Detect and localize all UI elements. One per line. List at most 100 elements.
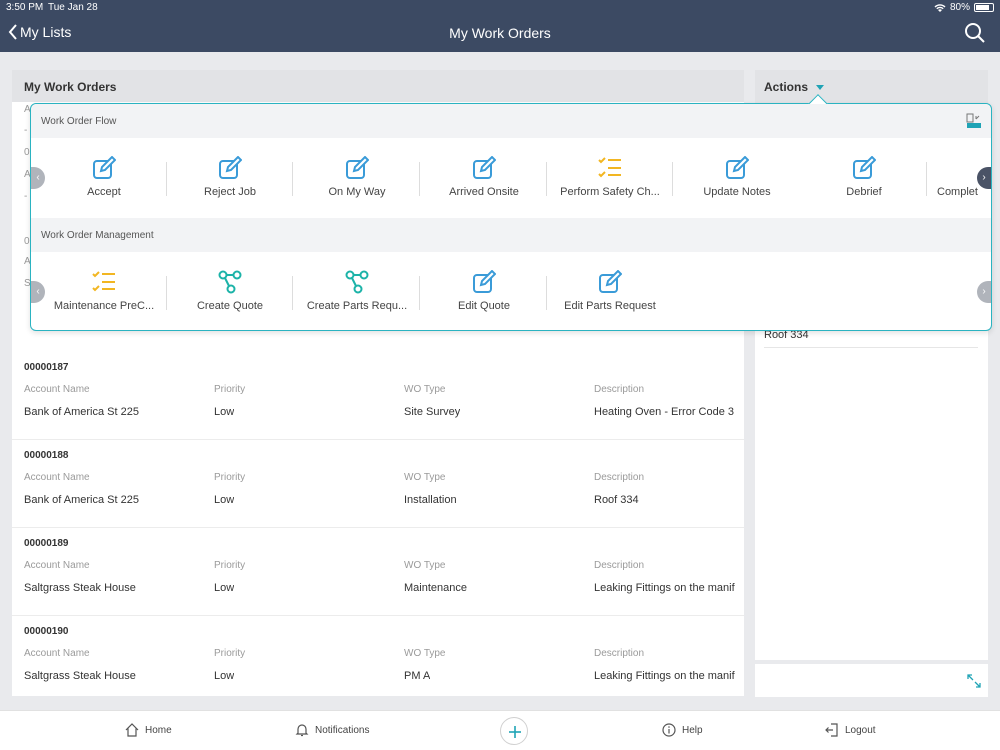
col-label: WO Type: [404, 648, 446, 659]
col-label: Account Name: [24, 648, 90, 659]
divider: [292, 276, 293, 310]
tab-label: Notifications: [315, 724, 370, 736]
edit-icon: [219, 156, 242, 179]
col-label: Account Name: [24, 384, 90, 395]
wifi-icon: [934, 3, 946, 12]
col-label: WO Type: [404, 384, 446, 395]
partial-text: -: [24, 191, 28, 202]
action-label: Reject Job: [204, 186, 256, 198]
battery-icon: [974, 3, 994, 12]
col-label: Description: [594, 384, 645, 395]
description-value: Leaking Fittings on the manif: [594, 670, 735, 682]
pin-panel-icon[interactable]: [965, 112, 983, 130]
col-label: Account Name: [24, 472, 90, 483]
priority-value: Low: [214, 670, 235, 682]
action-label: Debrief: [846, 186, 882, 198]
action-label: Complet: [937, 186, 978, 198]
info-icon: [662, 723, 676, 737]
col-label: Account Name: [24, 560, 90, 571]
share-icon: [218, 270, 242, 294]
priority-value: Low: [214, 582, 235, 594]
action-label: Maintenance PreC...: [53, 300, 155, 312]
description-value: Leaking Fittings on the manif: [594, 582, 735, 594]
account-value: Bank of America St 225: [24, 406, 139, 418]
action-label: Update Notes: [703, 186, 771, 198]
wo-number: 00000189: [24, 538, 69, 549]
edit-icon: [346, 156, 369, 179]
actions-dropdown[interactable]: Actions: [755, 70, 988, 104]
table-row[interactable]: 00000188 Account Name Priority WO Type D…: [12, 440, 744, 528]
edit-icon: [853, 156, 876, 179]
status-bar: 3:50 PM Tue Jan 28 80%: [0, 0, 1000, 16]
divider: [672, 162, 673, 196]
scroll-right-button[interactable]: ›: [977, 281, 991, 303]
action-create-quote[interactable]: Create Quote: [167, 252, 293, 332]
action-label: Accept: [87, 186, 121, 198]
action-debrief[interactable]: Debrief: [801, 138, 927, 218]
tab-label: Logout: [845, 724, 876, 736]
add-button[interactable]: [500, 717, 528, 745]
actions-label: Actions: [764, 80, 809, 94]
col-label: Priority: [214, 648, 246, 659]
work-order-management-actions: Maintenance PreC... Create Quote Create …: [31, 252, 991, 332]
col-label: WO Type: [404, 472, 446, 483]
action-update-notes[interactable]: Update Notes: [674, 138, 800, 218]
bell-icon: [295, 724, 309, 737]
action-create-parts-request[interactable]: Create Parts Requ...: [294, 252, 420, 332]
work-order-rows: 00000187 Account Name Priority WO Type D…: [12, 352, 744, 696]
search-icon[interactable]: [964, 22, 986, 44]
section-title: Work Order Management: [31, 218, 991, 252]
action-on-my-way[interactable]: On My Way: [294, 138, 420, 218]
partial-text: 0: [24, 147, 30, 158]
expand-icon[interactable]: [966, 673, 982, 689]
type-value: Site Survey: [404, 406, 461, 418]
nav-bar: My Lists My Work Orders: [0, 16, 1000, 52]
checklist-icon: [92, 271, 115, 292]
share-icon: [345, 270, 369, 294]
wo-number: 00000187: [24, 362, 69, 373]
col-label: Description: [594, 472, 645, 483]
account-value: Saltgrass Steak House: [24, 582, 136, 594]
type-value: PM A: [404, 670, 431, 682]
section-title: Work Order Flow: [31, 104, 991, 138]
col-label: Description: [594, 648, 645, 659]
plus-icon: [509, 726, 521, 738]
action-label: Create Quote: [196, 300, 264, 312]
priority-value: Low: [214, 494, 235, 506]
work-order-flow-actions: Accept Reject Job On My Way Arrived Onsi…: [31, 138, 991, 218]
divider: [419, 276, 420, 310]
page-title: My Work Orders: [449, 25, 551, 41]
action-label: Arrived Onsite: [449, 186, 519, 198]
action-arrived-onsite[interactable]: Arrived Onsite: [421, 138, 547, 218]
type-value: Maintenance: [404, 582, 467, 594]
action-perform-safety-check[interactable]: Perform Safety Ch...: [547, 138, 673, 218]
bottom-tab-bar: Home Notifications Help Logout: [0, 710, 1000, 750]
account-value: Bank of America St 225: [24, 494, 139, 506]
col-label: Priority: [214, 472, 246, 483]
partial-text: -: [24, 125, 28, 136]
edit-icon: [93, 156, 116, 179]
home-icon: [125, 723, 139, 737]
action-edit-parts-request[interactable]: Edit Parts Request: [547, 252, 673, 332]
table-row[interactable]: 00000187 Account Name Priority WO Type D…: [12, 352, 744, 440]
status-date: Tue Jan 28: [48, 2, 98, 13]
tab-notifications[interactable]: Notifications: [295, 723, 369, 737]
action-label: Edit Parts Request: [564, 300, 656, 312]
action-edit-quote[interactable]: Edit Quote: [421, 252, 547, 332]
tab-help[interactable]: Help: [662, 723, 703, 737]
side-footer: [755, 664, 988, 697]
divider: [292, 162, 293, 196]
checklist-icon: [598, 157, 621, 178]
table-row[interactable]: 00000190 Account Name Priority WO Type D…: [12, 616, 744, 696]
caret-down-icon: [816, 85, 825, 91]
actions-popover: Work Order Flow Accept Reject Job On My …: [30, 94, 992, 332]
action-maintenance-precheck[interactable]: Maintenance PreC...: [41, 252, 167, 332]
tab-home[interactable]: Home: [125, 723, 172, 737]
description-value: Roof 334: [594, 494, 639, 506]
table-row[interactable]: 00000189 Account Name Priority WO Type D…: [12, 528, 744, 616]
action-reject-job[interactable]: Reject Job: [167, 138, 293, 218]
tab-logout[interactable]: Logout: [825, 723, 876, 737]
col-label: Description: [594, 560, 645, 571]
action-accept[interactable]: Accept: [41, 138, 167, 218]
tab-label: Help: [682, 724, 703, 736]
